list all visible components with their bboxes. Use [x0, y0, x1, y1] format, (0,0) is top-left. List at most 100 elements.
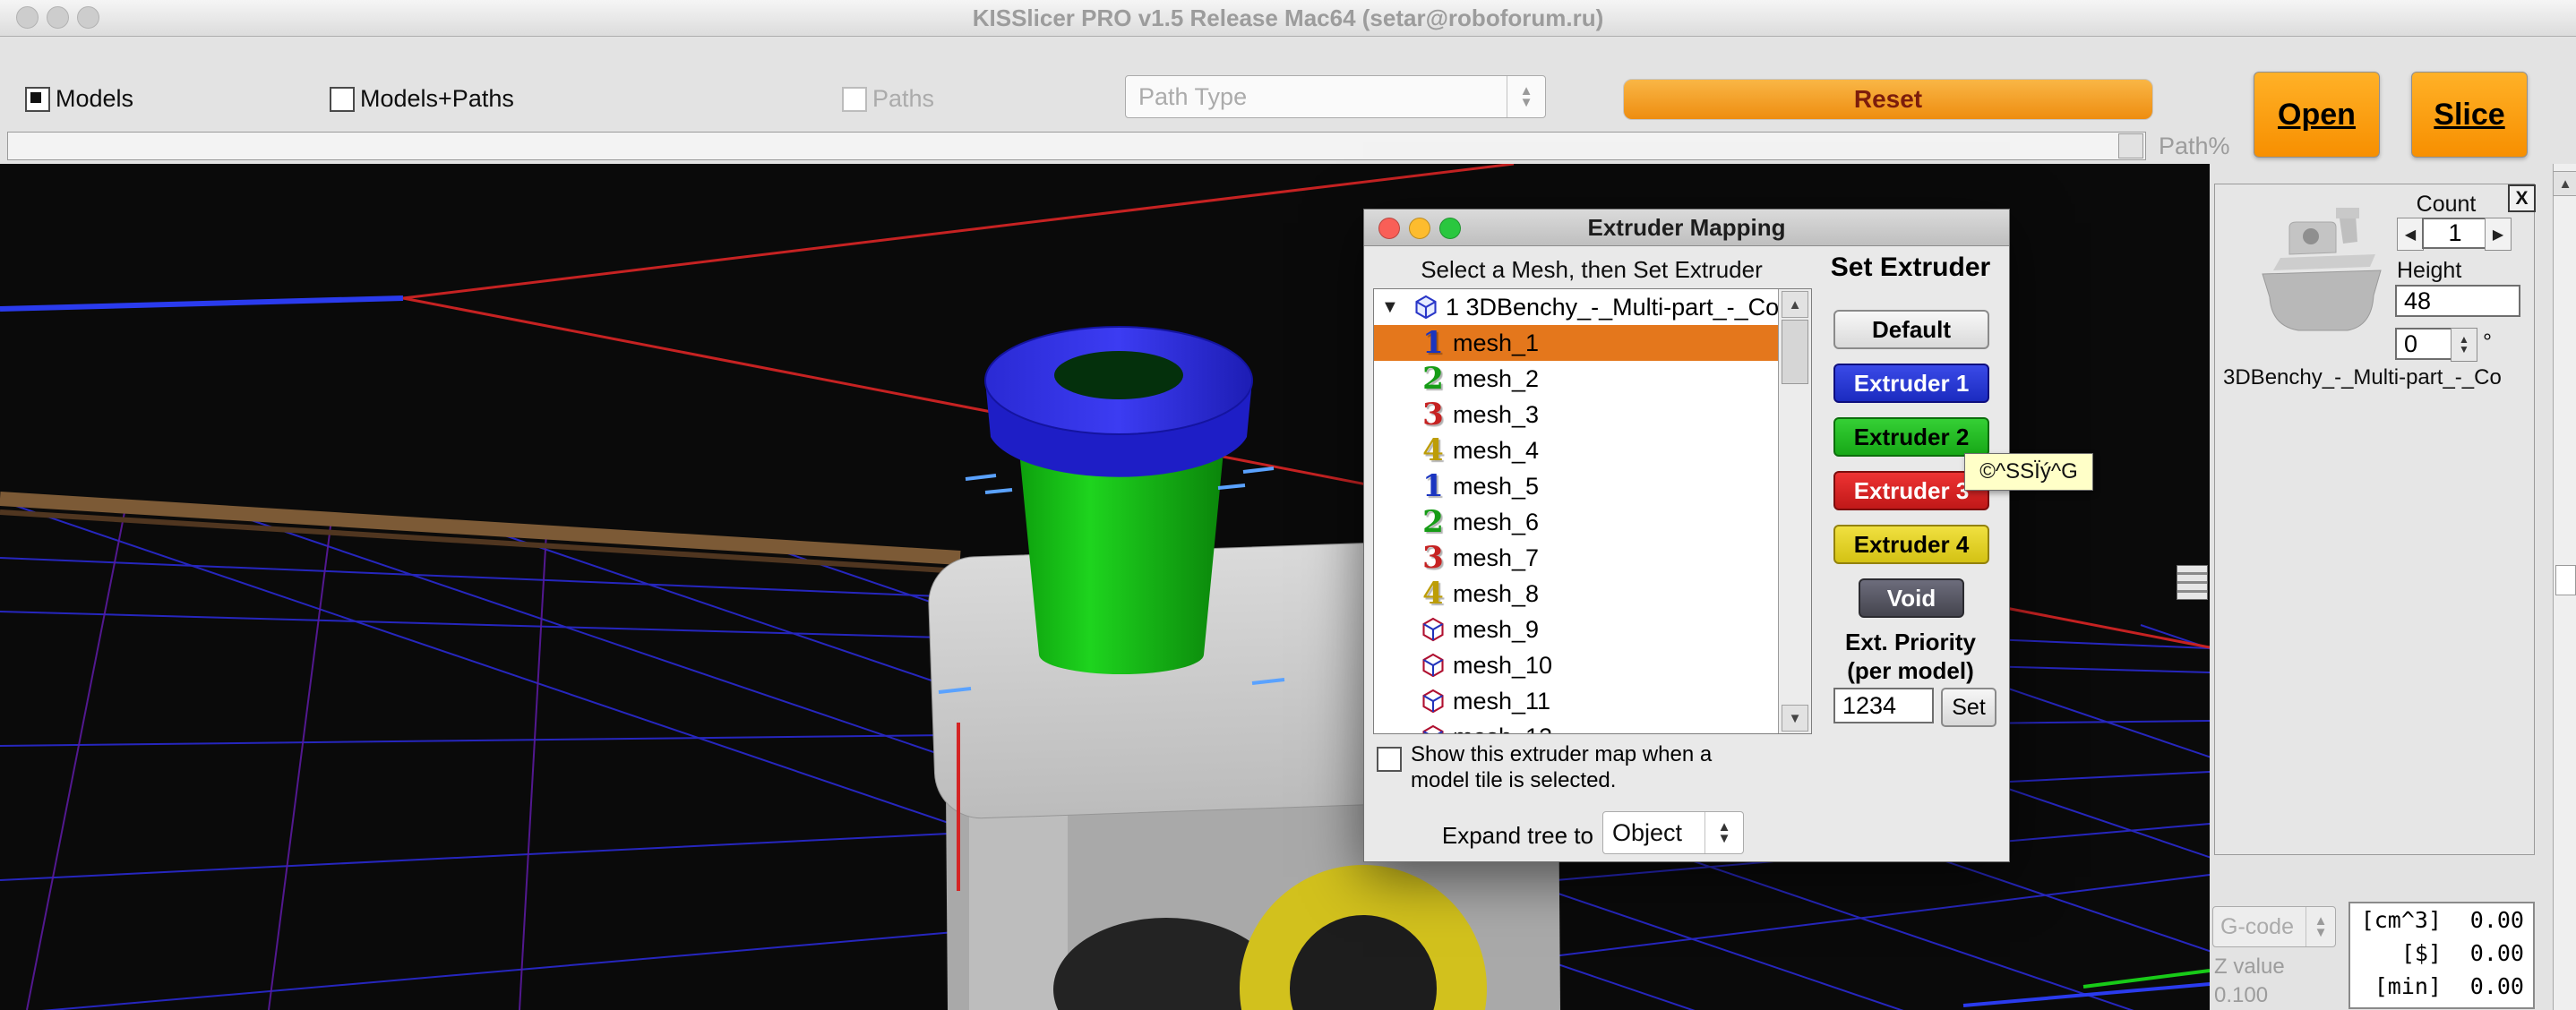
path-type-dropdown: Path Type ▲▼: [1125, 75, 1546, 118]
list-scrollbar[interactable]: ▲ ▼: [1778, 289, 1811, 733]
disclosure-triangle-icon[interactable]: ▼: [1381, 297, 1406, 318]
scroll-up-icon[interactable]: ▲: [1782, 291, 1808, 318]
gcode-value: G-code: [2213, 914, 2306, 940]
tree-item-mesh-10[interactable]: mesh_10: [1374, 647, 1811, 683]
extruder-1-button[interactable]: Extruder 1: [1833, 364, 1989, 403]
cube-icon: [1411, 294, 1441, 321]
tree-item-label: mesh_7: [1453, 544, 1539, 572]
radio-dot-icon: [30, 92, 41, 103]
set-priority-button[interactable]: Set: [1941, 688, 1996, 727]
count-decrement-icon[interactable]: ◀: [2397, 218, 2424, 251]
models-paths-label: Models+Paths: [360, 84, 514, 113]
panel-scrollbar[interactable]: ▲: [2553, 164, 2576, 1010]
rotation-spinner-icons[interactable]: ▲▼: [2451, 328, 2477, 362]
tree-item-mesh-11[interactable]: mesh_11: [1374, 683, 1811, 719]
scroll-down-icon[interactable]: ▼: [1782, 705, 1808, 732]
path-percent-slider[interactable]: [7, 132, 2146, 160]
stepper-arrows-icon: ▲▼: [1704, 812, 1743, 853]
rotation-field[interactable]: 0: [2395, 328, 2458, 360]
tree-item-mesh-6[interactable]: 2 mesh_6: [1374, 504, 1811, 540]
titlebar: KISSlicer PRO v1.5 Release Mac64 (setar@…: [0, 0, 2576, 37]
paths-label: Paths: [872, 84, 934, 113]
tree-item-mesh-12[interactable]: mesh_12: [1374, 719, 1811, 734]
tree-item-mesh-5[interactable]: 1 mesh_5: [1374, 468, 1811, 504]
set-extruder-heading: Set Extruder: [1812, 252, 2009, 283]
extruder-2-button[interactable]: Extruder 2: [1833, 417, 1989, 457]
extruder-4-button[interactable]: Extruder 4: [1833, 525, 1989, 564]
height-field[interactable]: 48: [2395, 285, 2520, 317]
slider-thumb[interactable]: [2118, 133, 2143, 158]
tree-root-label: 1 3DBenchy_-_Multi-part_-_Co: [1446, 294, 1779, 321]
stepper-arrows-icon: ▲▼: [2306, 907, 2335, 946]
tree-item-label: mesh_3: [1453, 401, 1539, 429]
models-radio[interactable]: [25, 87, 50, 112]
tree-item-mesh-7[interactable]: 3 mesh_7: [1374, 540, 1811, 576]
path-percent-label: Path%: [2159, 133, 2230, 160]
show-map-checkbox[interactable]: [1377, 747, 1402, 772]
tree-item-mesh-1[interactable]: 1 mesh_1: [1374, 325, 1811, 361]
cube-icon: [1418, 688, 1448, 715]
tree-item-label: mesh_1: [1453, 330, 1539, 357]
tree-root-row[interactable]: ▼ 1 3DBenchy_-_Multi-part_-_Co: [1374, 289, 1811, 325]
panel-scrollbar-thumb[interactable]: [2555, 565, 2576, 595]
tree-item-label: mesh_11: [1453, 688, 1550, 715]
tree-item-mesh-4[interactable]: 4 mesh_4: [1374, 432, 1811, 468]
tree-item-label: mesh_6: [1453, 509, 1539, 536]
count-field[interactable]: 1: [2422, 218, 2488, 249]
expand-tree-label: Expand tree to: [1391, 822, 1593, 850]
paths-checkbox: [842, 87, 867, 112]
extruder-number-icon: 3: [1413, 540, 1453, 576]
gcode-dropdown: G-code ▲▼: [2212, 906, 2336, 947]
tree-item-mesh-3[interactable]: 3 mesh_3: [1374, 397, 1811, 432]
tree-item-label: mesh_12: [1453, 723, 1552, 735]
extruder-number-icon: 4: [1413, 432, 1453, 468]
count-increment-icon[interactable]: ▶: [2485, 218, 2512, 251]
list-scrollbar-thumb[interactable]: [1782, 320, 1808, 384]
count-label: Count: [2397, 192, 2495, 218]
open-button[interactable]: Open: [2254, 72, 2380, 158]
tree-item-mesh-8[interactable]: 4 mesh_8: [1374, 576, 1811, 612]
mesh-tree-list: ▼ 1 3DBenchy_-_Multi-part_-_Co 1 mesh_1 …: [1373, 288, 1812, 734]
model-thumbnail[interactable]: [2254, 191, 2388, 345]
height-label: Height: [2397, 258, 2461, 284]
ext-priority-label: Ext. Priority: [1812, 629, 2009, 656]
expand-tree-dropdown[interactable]: Object ▲▼: [1602, 811, 1744, 854]
cost-stat: [$]0.00: [2350, 937, 2533, 970]
dialog-subtitle: Select a Mesh, then Set Extruder: [1373, 256, 1810, 284]
cube-icon: [1418, 616, 1448, 643]
extruder-number-icon: 1: [1413, 325, 1453, 361]
time-stat: [min]0.00: [2350, 970, 2533, 1003]
chimney-cap-hole: [1054, 351, 1183, 399]
extruder-number-icon: 3: [1413, 397, 1453, 432]
dialog-minimize-button[interactable]: [1409, 218, 1430, 239]
priority-input[interactable]: 1234: [1833, 688, 1934, 723]
stepper-arrows-icon: ▲▼: [1507, 76, 1545, 117]
window-title: KISSlicer PRO v1.5 Release Mac64 (setar@…: [0, 0, 2576, 36]
tree-item-label: mesh_2: [1453, 365, 1539, 393]
dialog-titlebar[interactable]: Extruder Mapping: [1364, 210, 2009, 246]
z-slider-thumb[interactable]: [2177, 565, 2208, 600]
z-value: 0.100: [2214, 983, 2268, 1008]
void-button[interactable]: Void: [1859, 578, 1964, 618]
dialog-zoom-button[interactable]: [1439, 218, 1461, 239]
tree-item-label: mesh_4: [1453, 437, 1539, 465]
extruder-mapping-dialog: Extruder Mapping Select a Mesh, then Set…: [1363, 209, 2010, 862]
slice-button[interactable]: Slice: [2411, 72, 2528, 158]
path-type-value: Path Type: [1126, 83, 1507, 111]
reset-button[interactable]: Reset: [1623, 79, 2153, 120]
default-extruder-button[interactable]: Default: [1833, 310, 1989, 349]
z-value-label: Z value: [2214, 954, 2285, 980]
tree-item-label: mesh_10: [1453, 652, 1552, 680]
volume-stat: [cm^3]0.00: [2350, 903, 2533, 937]
scroll-up-icon[interactable]: ▲: [2553, 171, 2576, 196]
dialog-title: Extruder Mapping: [1364, 210, 2009, 245]
tree-item-label: mesh_8: [1453, 580, 1539, 608]
tree-item-mesh-2[interactable]: 2 mesh_2: [1374, 361, 1811, 397]
tooltip: ©^SSÏý^G: [1964, 453, 2093, 491]
per-model-label: (per model): [1812, 657, 2009, 685]
remove-model-button[interactable]: X: [2508, 184, 2536, 212]
dialog-close-button[interactable]: [1378, 218, 1400, 239]
models-label: Models: [56, 84, 133, 113]
tree-item-mesh-9[interactable]: mesh_9: [1374, 612, 1811, 647]
models-paths-checkbox[interactable]: [330, 87, 355, 112]
